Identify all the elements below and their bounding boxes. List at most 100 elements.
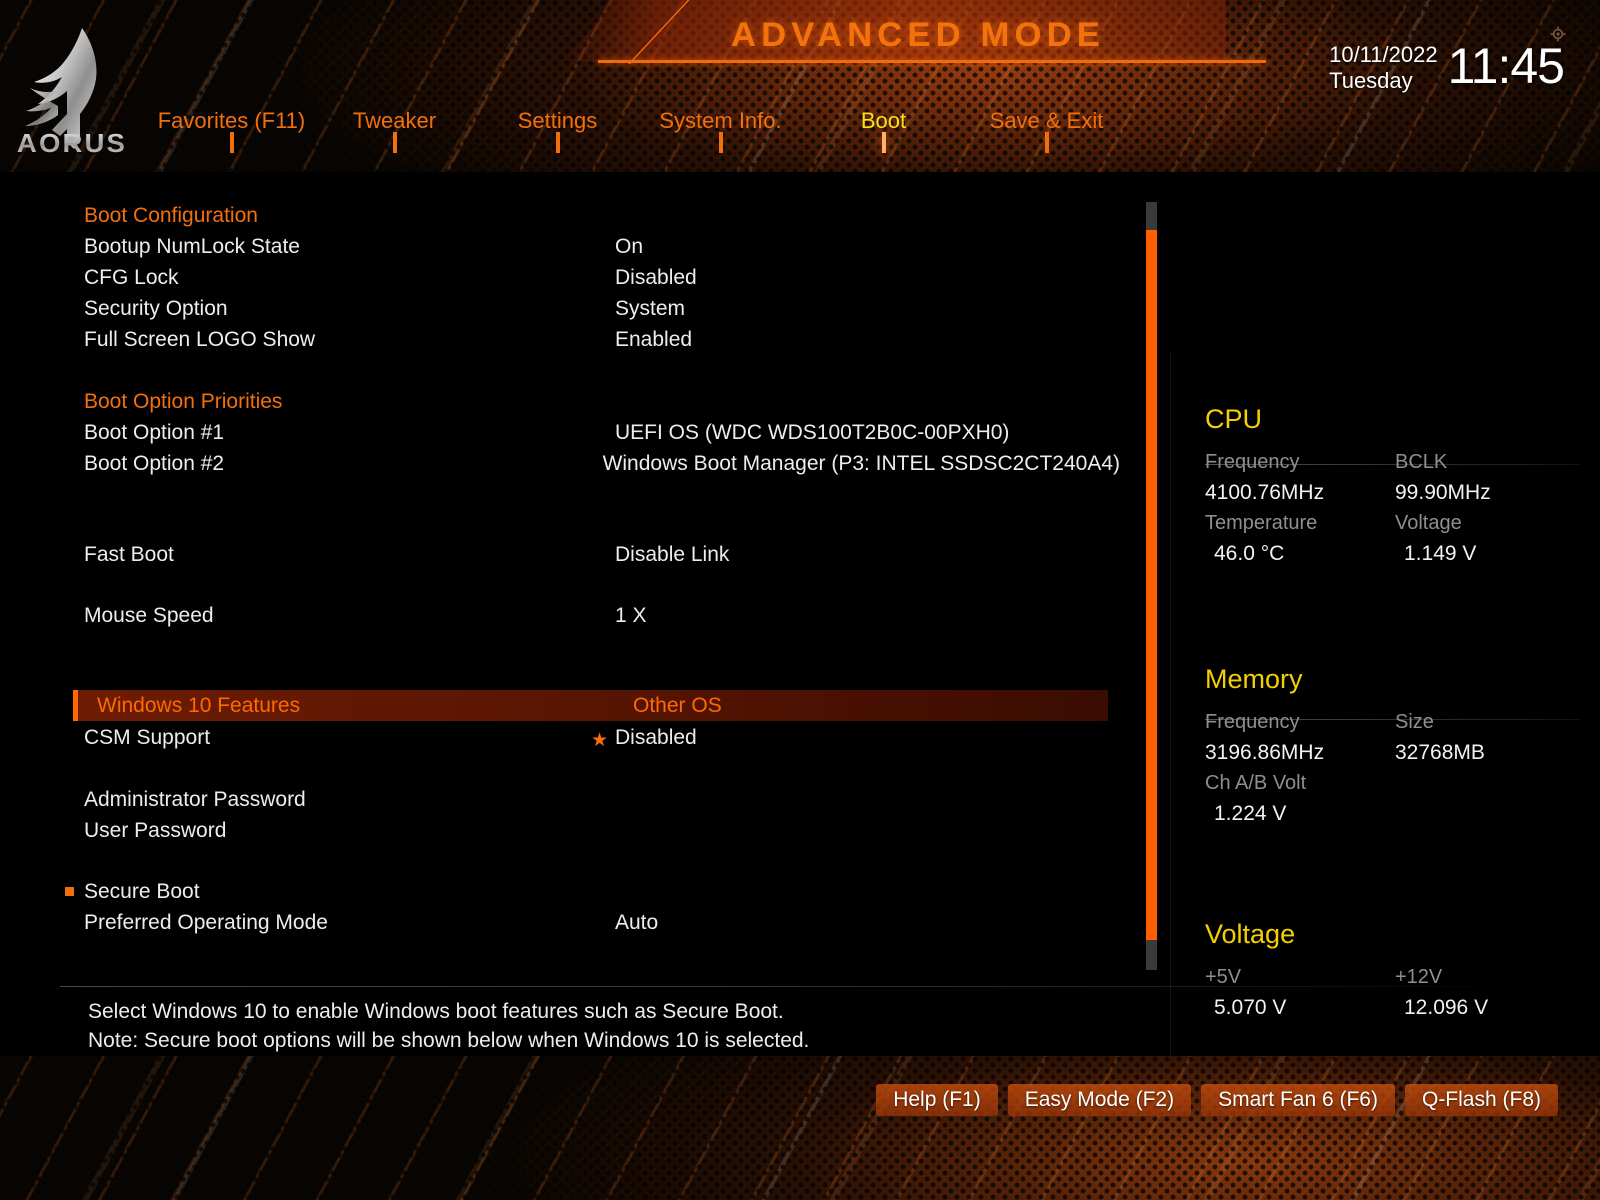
settings-row[interactable]: Fast Boot Disable Link: [60, 539, 1120, 570]
settings-row[interactable]: Boot Option #1 UEFI OS (WDC WDS100T2B0C-0…: [60, 417, 1120, 448]
settings-row-value: Other OS: [633, 693, 722, 717]
settings-row-value-wrap: ★ Disabled: [591, 726, 697, 751]
settings-row-label: Full Screen LOGO Show: [84, 327, 316, 351]
settings-row-label: Boot Option #1: [84, 420, 225, 444]
nav-tab-underline: [392, 132, 397, 153]
nav-tab-label: Favorites (F11): [157, 108, 306, 133]
bios-screen: ADVANCED MODE AORUS 10/11/2022 Tuesday 1…: [0, 0, 1600, 1200]
settings-row-label: Secure Boot: [84, 879, 200, 903]
settings-row-value: Windows Boot Manager (P3: INTEL SSDSC2CT…: [602, 451, 1120, 475]
star-icon: ★: [591, 729, 609, 751]
settings-row[interactable]: Secure Boot: [60, 876, 1120, 907]
settings-panel: Boot Configuration Bootup NumLock State On…: [0, 172, 1600, 1142]
settings-row-value-wrap: Disabled: [615, 266, 697, 290]
nav-tab-underline: [229, 132, 234, 153]
settings-row[interactable]: Mouse Speed 1 X: [60, 600, 1120, 631]
header-bar: ADVANCED MODE AORUS 10/11/2022 Tuesday 1…: [0, 0, 1600, 172]
function-key-easy-mode-f2[interactable]: Easy Mode (F2): [1007, 1084, 1192, 1116]
settings-row-value-wrap: Auto: [615, 911, 658, 935]
hw-metric: Size 32768MB: [1395, 707, 1585, 768]
hw-metric-value: 1.224 V: [1214, 802, 1287, 825]
settings-row-value: 1 X: [615, 603, 647, 627]
settings-row-label: Preferred Operating Mode: [84, 910, 328, 934]
hw-section-title: Voltage: [1205, 919, 1296, 949]
settings-row[interactable]: Full Screen LOGO Show Enabled: [60, 324, 1120, 355]
settings-row[interactable]: Preferred Operating Mode Auto: [60, 907, 1120, 938]
settings-row[interactable]: User Password: [60, 815, 1120, 846]
panel-divider: [1170, 352, 1171, 1142]
settings-row-label: Boot Option Priorities: [84, 389, 283, 413]
nav-tab-label: System Info.: [659, 108, 782, 133]
settings-row-value-wrap: On: [615, 235, 643, 259]
settings-row[interactable]: Bootup NumLock State On: [60, 231, 1120, 262]
settings-row-value-wrap: Disable Link: [615, 543, 729, 567]
function-key-q-flash-f8[interactable]: Q-Flash (F8): [1404, 1084, 1558, 1116]
hw-metric-value: 32768MB: [1395, 741, 1485, 764]
hw-metric-label: Temperature: [1205, 512, 1318, 534]
footer-bar: [0, 1056, 1600, 1200]
settings-row[interactable]: Windows 10 Features Other OS: [73, 690, 1108, 721]
settings-row-label: Fast Boot: [84, 542, 174, 566]
settings-row-value: Auto: [615, 910, 659, 934]
nav-tab-save-exit[interactable]: Save & Exit: [965, 108, 1128, 153]
hw-metric-label: +12V: [1395, 966, 1443, 988]
clock-date-block: 10/11/2022 Tuesday: [1329, 42, 1437, 94]
settings-section-header: Boot Configuration: [60, 200, 1120, 231]
aorus-wordmark: AORUS: [11, 128, 134, 159]
nav-tab-label: Boot: [860, 108, 907, 133]
hw-metric: Ch A/B Volt 1.224 V: [1205, 768, 1395, 829]
nav-tab-system-info[interactable]: System Info.: [639, 108, 802, 153]
settings-row-label: Bootup NumLock State: [84, 234, 300, 258]
hw-section-voltage: Voltage +5V 5.070 V +12V 12.096 V: [1205, 919, 1585, 1023]
hw-row: Frequency 4100.76MHz BCLK 99.90MHz: [1205, 447, 1585, 508]
settings-row-label: Administrator Password: [84, 787, 306, 811]
nav-tab-favorites-f11[interactable]: Favorites (F11): [150, 108, 313, 153]
hw-section-divider: [1205, 719, 1580, 720]
advanced-mode-underline: [598, 60, 1266, 63]
settings-row-value-wrap: Windows Boot Manager (P3: INTEL SSDSC2CT…: [603, 452, 1120, 476]
settings-row[interactable]: CFG Lock Disabled: [60, 262, 1120, 293]
settings-row-value-wrap: UEFI OS (WDC WDS100T2B0C-00PXH0): [615, 421, 1009, 445]
settings-row[interactable]: Administrator Password: [60, 784, 1120, 815]
hw-section-divider: [1205, 464, 1580, 465]
settings-row-value: UEFI OS (WDC WDS100T2B0C-00PXH0): [615, 420, 1010, 444]
hw-metric: +5V 5.070 V: [1205, 962, 1395, 1023]
hw-metric-label: BCLK: [1395, 451, 1448, 473]
settings-row-label: Boot Configuration: [84, 203, 258, 227]
settings-row-label: Security Option: [84, 296, 228, 320]
settings-row[interactable]: CSM Support ★ Disabled: [60, 722, 1120, 753]
settings-row-label: CSM Support: [84, 725, 211, 749]
main-navigation: Favorites (F11) Tweaker Settings System Inf…: [150, 108, 1128, 153]
hw-metric: Frequency 4100.76MHz: [1205, 447, 1395, 508]
hw-metric-label: Frequency: [1205, 711, 1300, 733]
nav-tab-underline: [555, 132, 560, 153]
hw-row: Ch A/B Volt 1.224 V: [1205, 768, 1585, 829]
vertical-scrollbar-thumb[interactable]: [1146, 230, 1157, 940]
settings-row[interactable]: Boot Option #2 Windows Boot Manager (P3: …: [60, 448, 1120, 479]
function-key-help-f1[interactable]: Help (F1): [876, 1084, 998, 1116]
settings-row-label: User Password: [84, 818, 227, 842]
nav-tab-settings[interactable]: Settings: [476, 108, 639, 153]
settings-row-value-wrap: System: [615, 297, 685, 321]
nav-tab-boot[interactable]: Boot: [802, 108, 965, 153]
hw-metric: BCLK 99.90MHz: [1395, 447, 1585, 508]
hw-metric: [1395, 768, 1585, 829]
hw-metric: Temperature 46.0 °C: [1205, 508, 1395, 569]
submenu-square-icon: [65, 887, 74, 896]
footer-hex-overlay: [0, 1056, 1600, 1200]
hw-metric-value: 12.096 V: [1404, 996, 1489, 1019]
hw-metric-label: Ch A/B Volt: [1205, 772, 1307, 794]
function-key-smart-fan-6-f6[interactable]: Smart Fan 6 (F6): [1201, 1084, 1395, 1116]
settings-row[interactable]: Security Option System: [60, 293, 1120, 324]
help-separator: [60, 986, 1540, 987]
settings-row-value-wrap: Enabled: [615, 328, 692, 352]
nav-tab-tweaker[interactable]: Tweaker: [313, 108, 476, 153]
hw-row: Frequency 3196.86MHz Size 32768MB: [1205, 707, 1585, 768]
nav-tab-underline: [1044, 132, 1049, 153]
settings-row-value-wrap: Other OS: [633, 694, 722, 718]
hw-metric-value: 46.0 °C: [1214, 542, 1285, 565]
hw-metric-label: Size: [1395, 711, 1434, 733]
settings-row-label: CFG Lock: [84, 265, 179, 289]
help-line-1: Select Windows 10 to enable Windows boot…: [88, 1000, 784, 1023]
page-title: ADVANCED MODE: [731, 16, 1105, 54]
